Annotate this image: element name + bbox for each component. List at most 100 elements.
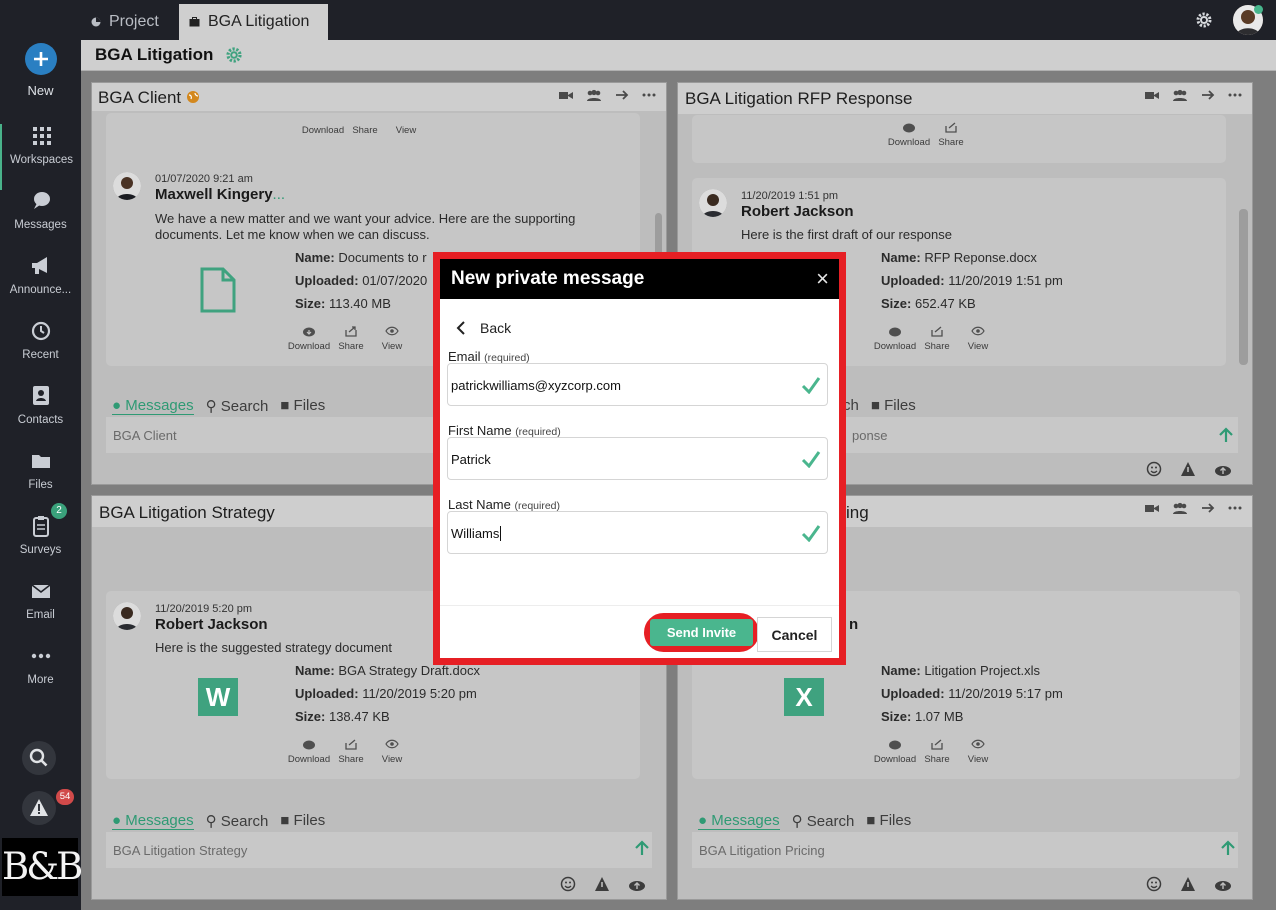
new-private-message-dialog: New private message × Back Email (requir… bbox=[433, 252, 846, 665]
tab-search[interactable]: ⚲ Search bbox=[792, 812, 855, 830]
file-name: Documents to r bbox=[338, 250, 427, 265]
alerts-button[interactable] bbox=[22, 791, 56, 825]
members-icon[interactable] bbox=[586, 89, 602, 101]
email-value: patrickwilliams@xyzcorp.com bbox=[451, 378, 621, 393]
video-call-icon[interactable] bbox=[1145, 89, 1159, 101]
cloud-download-icon bbox=[889, 740, 901, 750]
more-icon[interactable] bbox=[642, 89, 656, 101]
members-icon[interactable] bbox=[1172, 89, 1188, 101]
view-action[interactable]: View bbox=[367, 325, 417, 352]
tab-search[interactable]: ⚲ Search bbox=[206, 397, 269, 415]
warning-icon[interactable] bbox=[594, 876, 610, 892]
first-name-field[interactable]: Patrick bbox=[447, 437, 828, 480]
last-name-field[interactable]: Williams bbox=[447, 511, 828, 554]
message-author[interactable]: Robert Jackson bbox=[155, 616, 268, 633]
sidebar-item-more[interactable]: More bbox=[0, 644, 81, 710]
workspace-settings-button[interactable] bbox=[225, 46, 243, 64]
panel-title: BGA Litigation RFP Response bbox=[685, 89, 913, 108]
composer-tools bbox=[1146, 876, 1232, 892]
message-composer[interactable]: BGA Litigation Pricing bbox=[692, 832, 1238, 868]
sidebar-item-recent[interactable]: Recent bbox=[0, 319, 81, 385]
email-field[interactable]: patrickwilliams@xyzcorp.com bbox=[447, 363, 828, 406]
view-action[interactable]: View bbox=[381, 125, 431, 136]
tab-search[interactable]: ⚲ Search bbox=[206, 812, 269, 830]
checkmark-icon bbox=[801, 451, 821, 468]
view-action[interactable]: View bbox=[953, 325, 1003, 352]
sidebar-item-files[interactable]: Files bbox=[0, 449, 81, 515]
view-action[interactable]: View bbox=[367, 738, 417, 765]
send-arrow-icon[interactable] bbox=[635, 840, 649, 856]
sidebar-item-surveys[interactable]: Surveys 2 bbox=[0, 503, 81, 580]
tab-project[interactable]: Project bbox=[81, 4, 178, 40]
sidebar-item-label: Contacts bbox=[17, 414, 64, 426]
arrow-right-icon[interactable] bbox=[1201, 502, 1215, 514]
tab-files[interactable]: ■ Files bbox=[280, 397, 325, 415]
sidebar-item-email[interactable]: Email bbox=[0, 579, 81, 645]
emoji-icon[interactable] bbox=[1146, 876, 1162, 892]
email-label: Email (required) bbox=[448, 349, 530, 364]
message-author[interactable]: Robert Jackson bbox=[741, 203, 854, 220]
file-name-row: Name: Documents to r bbox=[295, 250, 427, 265]
tab-files[interactable]: ■ Files bbox=[280, 812, 325, 830]
tab-label: Project bbox=[109, 13, 159, 30]
sidebar-item-announcements[interactable]: Announce... bbox=[0, 254, 81, 320]
tab-messages[interactable]: ● Messages bbox=[112, 397, 194, 415]
close-icon[interactable]: × bbox=[816, 266, 829, 292]
cloud-upload-icon[interactable] bbox=[628, 876, 646, 892]
tab-files[interactable]: ■ Files bbox=[866, 812, 911, 830]
warning-icon[interactable] bbox=[1180, 876, 1196, 892]
cloud-upload-icon[interactable] bbox=[1214, 461, 1232, 477]
warning-icon bbox=[30, 799, 48, 816]
word-file-icon[interactable]: W bbox=[198, 678, 238, 716]
emoji-icon[interactable] bbox=[560, 876, 576, 892]
view-action[interactable]: View bbox=[953, 738, 1003, 765]
tab-messages[interactable]: ● Messages bbox=[112, 812, 194, 830]
cloud-upload-icon[interactable] bbox=[1214, 876, 1232, 892]
emoji-icon[interactable] bbox=[1146, 461, 1162, 477]
file-size-row: Size: 138.47 KB bbox=[295, 709, 390, 724]
more-icon[interactable] bbox=[1228, 89, 1242, 101]
sidebar-item-messages[interactable]: Messages bbox=[0, 189, 81, 255]
avatar bbox=[699, 189, 727, 217]
back-button[interactable]: Back bbox=[456, 320, 511, 336]
dialog-header: New private message × bbox=[440, 259, 839, 299]
sidebar-item-label: Workspaces bbox=[9, 154, 74, 166]
file-name: RFP Reponse.docx bbox=[924, 250, 1037, 265]
send-arrow-icon[interactable] bbox=[1219, 427, 1233, 443]
message-author[interactable]: n bbox=[849, 616, 858, 633]
document-icon[interactable] bbox=[199, 267, 237, 313]
gear-icon bbox=[226, 47, 242, 63]
send-invite-button[interactable]: Send Invite bbox=[644, 613, 759, 652]
more-icon[interactable] bbox=[1228, 502, 1242, 514]
new-button[interactable]: New bbox=[0, 40, 81, 102]
excel-file-icon[interactable]: X bbox=[784, 678, 824, 716]
sidebar-item-workspaces[interactable]: Workspaces bbox=[0, 124, 81, 190]
settings-button[interactable] bbox=[1195, 11, 1213, 29]
warning-icon[interactable] bbox=[1180, 461, 1196, 477]
cancel-button[interactable]: Cancel bbox=[757, 617, 832, 652]
composer-tools bbox=[1146, 461, 1232, 477]
arrow-right-icon[interactable] bbox=[615, 89, 629, 101]
members-icon[interactable] bbox=[1172, 502, 1188, 514]
avatar bbox=[113, 602, 141, 630]
message-author[interactable]: Maxwell Kingery... bbox=[155, 186, 285, 203]
video-call-icon[interactable] bbox=[1145, 502, 1159, 514]
arrow-right-icon[interactable] bbox=[1201, 89, 1215, 101]
send-arrow-icon[interactable] bbox=[1221, 840, 1235, 856]
sidebar-item-contacts[interactable]: Contacts bbox=[0, 384, 81, 450]
file-uploaded-row: Uploaded: 11/20/2019 1:51 pm bbox=[881, 273, 1063, 288]
project-icon bbox=[91, 17, 101, 27]
tab-files[interactable]: ■ Files bbox=[871, 397, 916, 414]
message-composer[interactable]: BGA Litigation Strategy bbox=[106, 832, 652, 868]
tab-messages[interactable]: ● Messages bbox=[698, 812, 780, 830]
tab-bga-litigation[interactable]: BGA Litigation bbox=[179, 4, 328, 40]
globe-icon bbox=[186, 90, 200, 104]
search-button[interactable] bbox=[22, 741, 56, 775]
video-call-icon[interactable] bbox=[559, 89, 573, 101]
dialog-title: New private message bbox=[451, 268, 645, 289]
share-action[interactable]: Share bbox=[926, 121, 976, 148]
sidebar-item-label: Recent bbox=[22, 349, 59, 361]
last-name-value: Williams bbox=[451, 526, 500, 541]
new-label: New bbox=[27, 83, 54, 98]
scrollbar[interactable] bbox=[1239, 209, 1248, 365]
